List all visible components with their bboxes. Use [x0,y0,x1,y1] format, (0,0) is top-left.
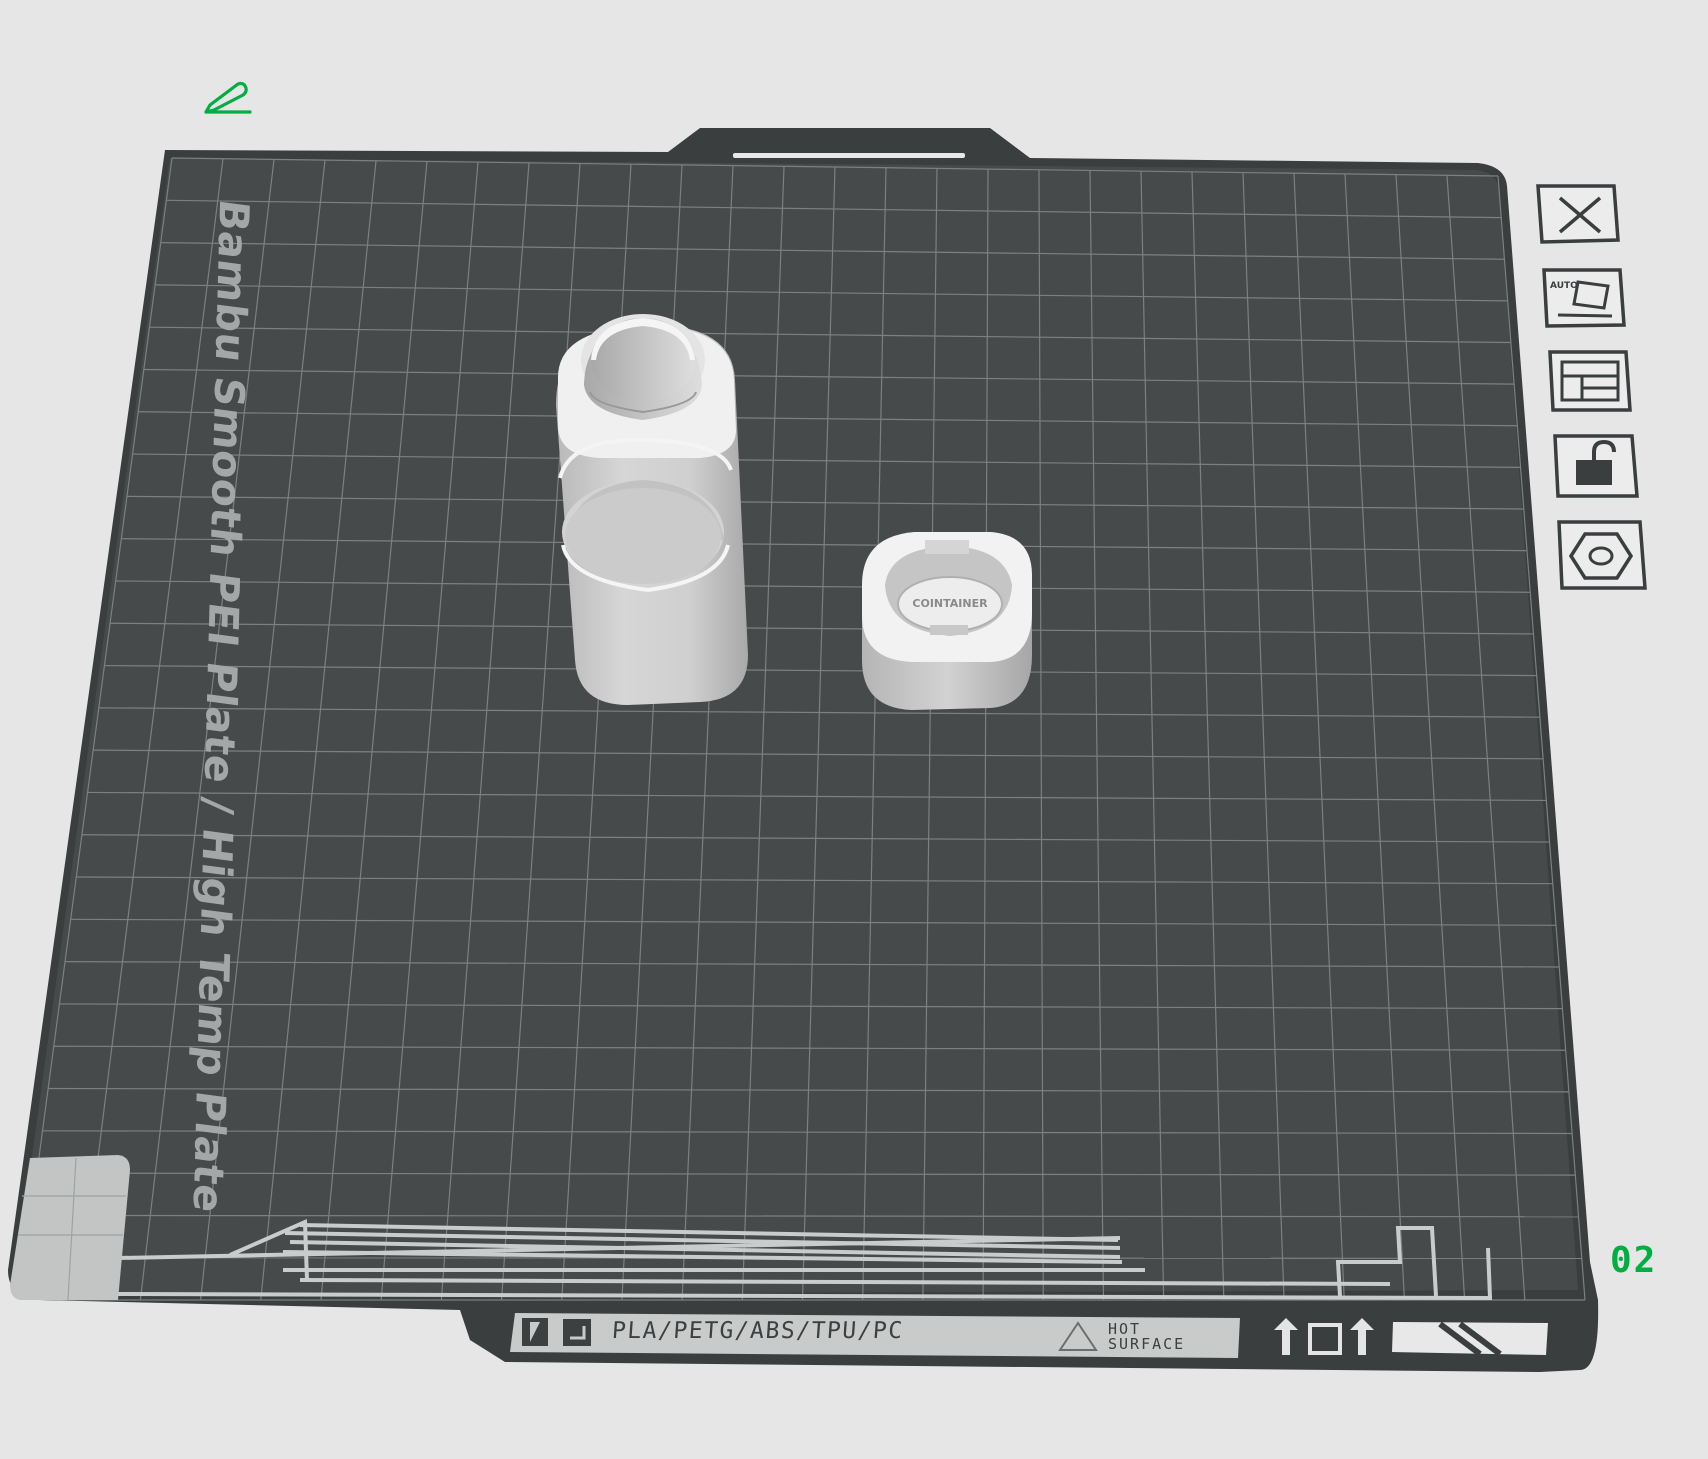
delete-plate-button[interactable] [1536,184,1620,244]
texture-icon [563,1319,591,1346]
plate-number-label[interactable]: 02 [1610,1240,1657,1281]
model-tall-container[interactable] [556,314,748,705]
plate-settings-button[interactable] [1557,520,1647,590]
arrange-button[interactable] [1548,350,1632,412]
plate-handle [733,153,965,158]
model-cap-with-coin[interactable]: COINTAINER [862,532,1032,710]
hot-text-line2: SURFACE [1108,1335,1186,1353]
plate-corner-marker [10,1155,130,1300]
edit-plate-name-icon[interactable] [204,81,252,114]
svg-text:AUTO: AUTO [1550,281,1578,291]
coin-emboss-text: COINTAINER [912,597,988,610]
auto-orient-button[interactable]: AUTO [1542,268,1626,328]
lock-button[interactable] [1553,434,1639,498]
plate-toolbar: AUTO [1536,184,1647,590]
hot-surface-text: HOT SURFACE [1108,1322,1185,1352]
plate-materials-text: PLA/PETG/ABS/TPU/PC [611,1318,905,1344]
